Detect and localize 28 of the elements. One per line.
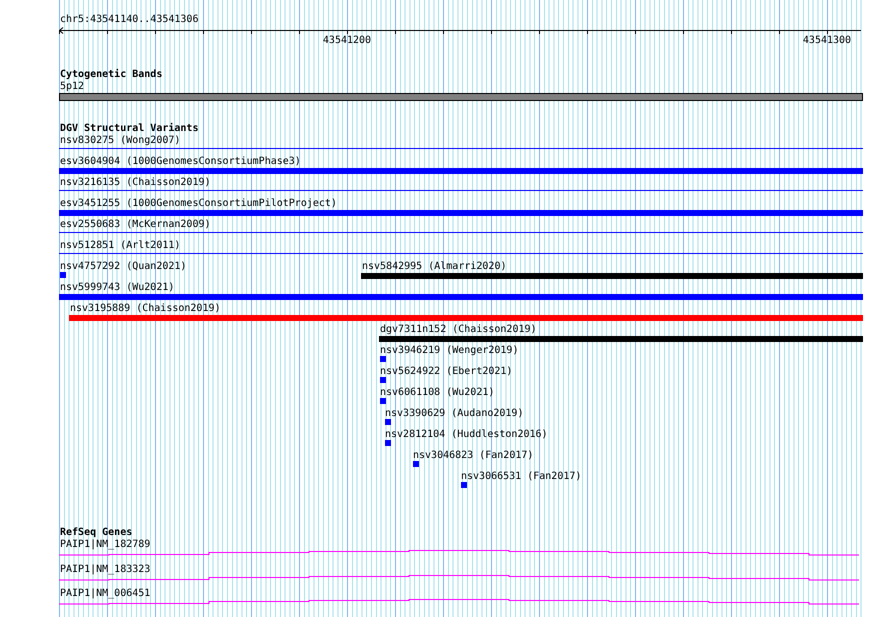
variant-label: esv3604904 (1000GenomesConsortiumPhase3) [60, 156, 301, 168]
variant-label: dgv7311n152 (Chaisson2019) [380, 324, 537, 336]
gene-label: PAIP1|NM_006451 [59, 588, 150, 600]
variant-label: nsv3216135 (Chaisson2019) [60, 177, 211, 189]
gene-label: PAIP1|NM_182789 [59, 539, 150, 551]
variant-label: nsv512851 (Arlt2011) [60, 240, 180, 252]
variant-label: nsv6061108 (Wu2021) [380, 387, 494, 399]
track-title: DGV Structural Variants [59, 122, 198, 135]
variant-label: nsv2812104 (Huddleston2016) [385, 429, 548, 441]
variant-label: esv3451255 (1000GenomesConsortiumPilotProject) [60, 198, 337, 210]
variant-label: nsv5999743 (Wu2021) [60, 282, 174, 294]
band-label: 5p12 [59, 81, 84, 93]
track-title: RefSeq Genes [59, 526, 132, 539]
variant-label: nsv830275 (Wong2007) [60, 135, 180, 147]
coordinate-range: chr5:43541140..43541306 [60, 14, 198, 26]
variant-label: esv2550683 (McKernan2009) [60, 219, 211, 231]
variant-label: nsv5624922 (Ebert2021) [380, 366, 512, 378]
tick-label: 43541200 [322, 35, 372, 47]
tick-label: 43541300 [802, 35, 852, 47]
variant-label: nsv3195889 (Chaisson2019) [70, 303, 221, 315]
variant-label: nsv3046823 (Fan2017) [413, 450, 534, 462]
variant-label: nsv3066531 (Fan2017) [461, 471, 582, 483]
variant-label: nsv3946219 (Wenger2019) [380, 345, 518, 357]
track-title: Cytogenetic Bands [59, 68, 162, 81]
variant-label: nsv3390629 (Audano2019) [385, 408, 524, 420]
gene-label: PAIP1|NM_183323 [59, 564, 150, 576]
variant-label: nsv5842995 (Almarri2020) [362, 261, 506, 273]
variant-label: nsv4757292 (Quan2021) [60, 261, 186, 273]
